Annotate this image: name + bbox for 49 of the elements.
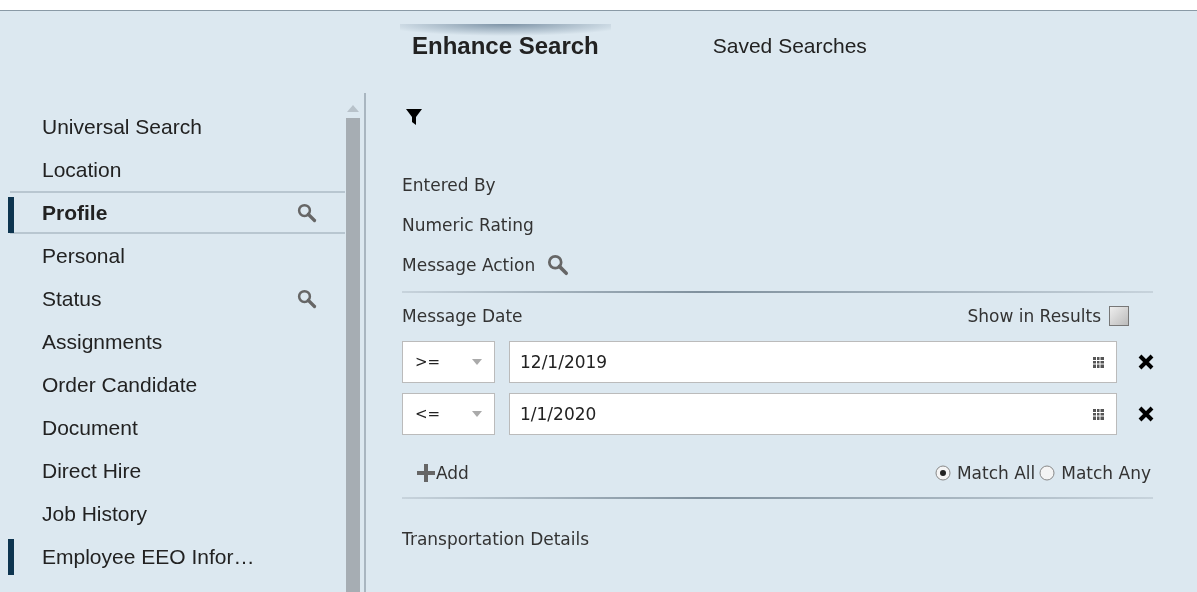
- operator-dropdown[interactable]: >=: [402, 341, 495, 383]
- date-field[interactable]: 12/1/2019: [509, 341, 1117, 383]
- sidebar-item[interactable]: Universal Search: [0, 105, 345, 148]
- sidebar-item[interactable]: Personal: [0, 234, 345, 277]
- caret-icon: [472, 411, 482, 417]
- close-icon[interactable]: [1137, 405, 1155, 423]
- sidebar-item[interactable]: Document: [0, 406, 345, 449]
- search-icon[interactable]: [297, 202, 317, 223]
- operator-dropdown[interactable]: <=: [402, 393, 495, 435]
- calendar-icon[interactable]: [1093, 356, 1104, 368]
- sidebar-label: Employee EEO Infor…: [42, 544, 256, 569]
- sidebar-label: Order Candidate: [42, 372, 199, 397]
- sidebar-item[interactable]: Assignments: [0, 320, 345, 363]
- sidebar-item[interactable]: Location: [0, 148, 345, 191]
- sidebar-item[interactable]: Employee EEO Infor…: [0, 535, 345, 578]
- field-label[interactable]: Message Action: [402, 255, 536, 275]
- sidebar-label: Universal Search: [42, 114, 203, 139]
- sidebar-label: Personal: [42, 243, 126, 268]
- sidebar-item[interactable]: Job History: [0, 492, 345, 535]
- calendar-icon[interactable]: [1093, 408, 1104, 420]
- sidebar-label: Profile: [42, 200, 109, 225]
- sidebar-label: Job History: [42, 501, 149, 526]
- field-label[interactable]: Entered By: [402, 175, 496, 195]
- search-icon[interactable]: [547, 254, 570, 276]
- search-icon[interactable]: [297, 288, 317, 309]
- sidebar-label: Assignments: [42, 329, 164, 354]
- scrollbar-thumb[interactable]: [345, 118, 360, 592]
- sidebar-item[interactable]: Order Candidate: [0, 363, 345, 406]
- radio-button[interactable]: Match Any: [1037, 463, 1153, 483]
- date-field[interactable]: 1/1/2020: [509, 393, 1117, 435]
- checkbox[interactable]: [1109, 306, 1129, 326]
- field-label[interactable]: Numeric Rating: [402, 215, 534, 235]
- checkbox-label: Show in Results: [967, 306, 1101, 326]
- sidebar-label: Status: [42, 286, 103, 311]
- sidebar-item[interactable]: Status: [0, 277, 345, 320]
- sidebar-label: Direct Hire: [42, 458, 143, 483]
- plus-icon: [416, 463, 436, 483]
- sidebar-label: Document: [42, 415, 139, 440]
- sidebar-item[interactable]: Direct Hire: [0, 449, 345, 492]
- radio-button[interactable]: Match All: [932, 463, 1038, 483]
- sidebar-item[interactable]: Profile: [10, 191, 345, 234]
- close-icon[interactable]: [1137, 353, 1155, 371]
- tab[interactable]: Saved Searches: [700, 26, 879, 66]
- field-label: Message Date: [402, 306, 524, 326]
- add-button[interactable]: Add: [402, 463, 469, 483]
- caret-icon: [472, 359, 482, 365]
- filter-icon[interactable]: [406, 109, 422, 125]
- section-heading[interactable]: Transportation Details: [402, 529, 1153, 549]
- sidebar-label: Location: [42, 157, 123, 182]
